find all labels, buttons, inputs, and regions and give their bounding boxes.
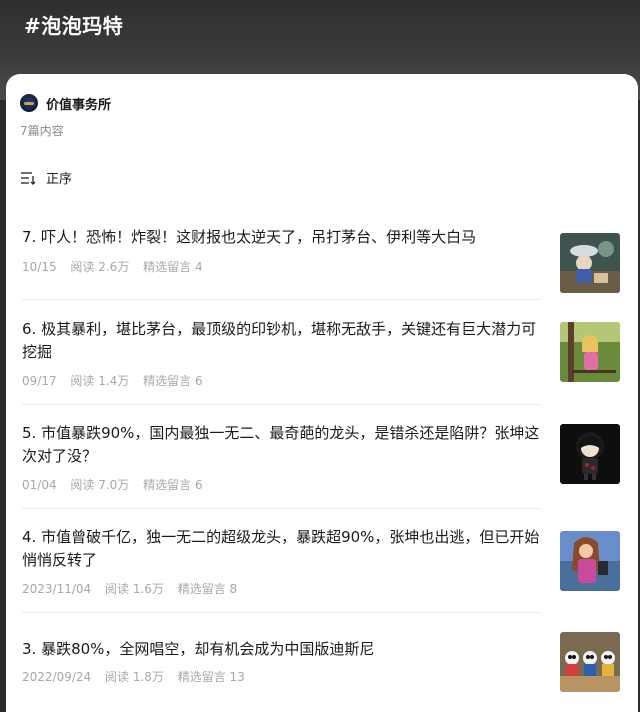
article-date: 2022/09/24: [22, 670, 92, 684]
article-title[interactable]: 6. 极其暴利，堪比茅台，最顶级的印钞机，堪称无敌手，关键还有巨大潜力可挖掘: [22, 318, 542, 364]
article-title[interactable]: 5. 市值暴跌90%，国内最独一无二、最奇葩的龙头，是错杀还是陷阱？张坤这次对了…: [22, 422, 542, 468]
article-date: 01/04: [22, 478, 57, 492]
article-date: 09/17: [22, 374, 57, 388]
article-thumbnail[interactable]: [560, 424, 620, 484]
avatar[interactable]: [20, 94, 38, 112]
article-meta: 10/15 阅读 2.6万 精选留言 4: [22, 258, 213, 275]
article-thumbnail[interactable]: [560, 531, 620, 591]
article-meta: 09/17 阅读 1.4万 精选留言 6: [22, 372, 213, 389]
article-count: 7篇内容: [20, 124, 64, 138]
article-thumbnail[interactable]: [560, 632, 620, 692]
article-meta: 2022/09/24 阅读 1.8万 精选留言 13: [22, 668, 255, 685]
article-reads: 阅读 7.0万: [70, 478, 130, 492]
list-item[interactable]: 5. 市值暴跌90%，国内最独一无二、最奇葩的龙头，是错杀还是陷阱？张坤这次对了…: [22, 422, 620, 502]
hashtag-title: #泡泡玛特: [24, 14, 124, 38]
author-name[interactable]: 价值事务所: [46, 94, 111, 113]
article-date: 2023/11/04: [22, 582, 92, 596]
list-item[interactable]: 6. 极其暴利，堪比茅台，最顶级的印钞机，堪称无敌手，关键还有巨大潜力可挖掘 0…: [22, 318, 620, 398]
article-title[interactable]: 7. 吓人！恐怖！炸裂！这财报也太逆天了，吊打茅台、伊利等大白马: [22, 226, 542, 249]
divider: [22, 404, 542, 405]
article-comments: 精选留言 8: [177, 582, 238, 596]
article-comments: 精选留言 6: [143, 374, 203, 388]
divider: [22, 508, 542, 509]
article-reads: 阅读 1.8万: [105, 670, 164, 684]
sort-toggle[interactable]: 正序: [20, 168, 72, 187]
article-meta: 01/04 阅读 7.0万 精选留言 6: [22, 476, 213, 493]
article-meta: 2023/11/04 阅读 1.6万 精选留言 8: [22, 580, 247, 597]
article-reads: 阅读 2.6万: [70, 260, 130, 274]
divider: [22, 612, 542, 613]
article-date: 10/15: [22, 260, 57, 274]
divider: [22, 299, 542, 300]
article-comments: 精选留言 4: [143, 260, 203, 274]
author-row[interactable]: 价值事务所: [20, 92, 111, 114]
article-comments: 精选留言 6: [143, 478, 203, 492]
list-item[interactable]: 7. 吓人！恐怖！炸裂！这财报也太逆天了，吊打茅台、伊利等大白马 10/15 阅…: [22, 226, 620, 296]
article-title[interactable]: 3. 暴跌80%，全网唱空，却有机会成为中国版迪斯尼: [22, 638, 542, 661]
sort-icon: [21, 171, 36, 185]
article-title[interactable]: 4. 市值曾破千亿，独一无二的超级龙头，暴跌超90%，张坤也出逃，但已开始悄悄反…: [22, 526, 542, 572]
article-thumbnail[interactable]: [560, 322, 620, 382]
list-item[interactable]: 4. 市值曾破千亿，独一无二的超级龙头，暴跌超90%，张坤也出逃，但已开始悄悄反…: [22, 526, 620, 606]
list-item[interactable]: 3. 暴跌80%，全网唱空，却有机会成为中国版迪斯尼 2022/09/24 阅读…: [22, 632, 620, 698]
content-card: 价值事务所 7篇内容 正序 7. 吓人！恐怖！炸裂！这财报也太逆天了，吊打茅台、…: [6, 74, 638, 712]
sort-label: 正序: [46, 172, 73, 187]
article-comments: 精选留言 13: [177, 670, 245, 684]
article-reads: 阅读 1.4万: [70, 374, 130, 388]
article-reads: 阅读 1.6万: [105, 582, 164, 596]
article-thumbnail[interactable]: [560, 233, 620, 293]
